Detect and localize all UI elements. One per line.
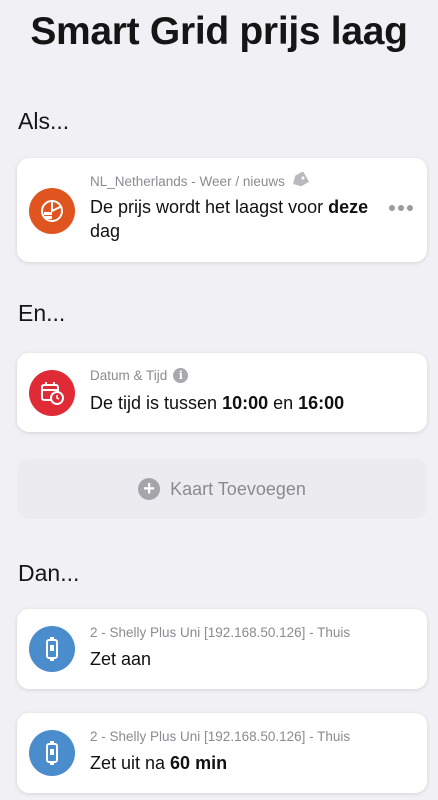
condition-source: Datum & Tijd i: [90, 368, 189, 383]
trigger-card[interactable]: NL_Netherlands - Weer / nieuws De prijs …: [17, 158, 427, 262]
add-card-button[interactable]: + Kaart Toevoegen: [17, 459, 427, 519]
trigger-value-day[interactable]: deze: [328, 197, 368, 217]
condition-end-time[interactable]: 16:00: [298, 393, 344, 413]
condition-start-time[interactable]: 10:00: [222, 393, 268, 413]
trigger-source-label: NL_Netherlands - Weer / nieuws: [90, 174, 285, 189]
trigger-value-unit[interactable]: dag: [90, 221, 120, 241]
action-text: Zet uit na 60 min: [90, 751, 227, 775]
section-then-heading: Dan...: [18, 560, 80, 586]
action-text-pre: Zet uit na: [90, 753, 171, 773]
condition-source-label: Datum & Tijd: [90, 368, 168, 383]
trigger-text-pre: De prijs wordt het laagst voor: [90, 197, 329, 217]
shelly-device-icon: [29, 730, 75, 776]
trigger-source: NL_Netherlands - Weer / nieuws: [90, 171, 309, 191]
condition-card[interactable]: Datum & Tijd i De tijd is tussen 10:00 e…: [17, 353, 427, 432]
shelly-device-icon: [29, 626, 75, 672]
more-options-icon[interactable]: [389, 205, 413, 211]
page-title: Smart Grid prijs laag: [30, 10, 408, 53]
condition-text-pre: De tijd is tussen: [90, 393, 223, 413]
price-chart-icon: [29, 188, 75, 234]
info-icon[interactable]: i: [173, 368, 189, 383]
condition-text: De tijd is tussen 10:00 en 16:00: [90, 391, 344, 415]
section-and-heading: En...: [18, 300, 66, 326]
tag-icon: [291, 171, 309, 191]
action-source: 2 - Shelly Plus Uni [192.168.50.126] - T…: [90, 729, 351, 744]
plus-icon: +: [138, 478, 161, 500]
calendar-clock-icon: [29, 370, 75, 416]
action-source: 2 - Shelly Plus Uni [192.168.50.126] - T…: [90, 625, 351, 640]
action-card[interactable]: 2 - Shelly Plus Uni [192.168.50.126] - T…: [17, 713, 427, 793]
trigger-text: De prijs wordt het laagst voor deze dag: [90, 195, 390, 243]
action-text: Zet aan: [90, 649, 152, 669]
section-if-heading: Als...: [18, 108, 70, 134]
action-duration-value[interactable]: 60 min: [170, 753, 227, 773]
add-card-label: Kaart Toevoegen: [170, 478, 306, 499]
action-card[interactable]: 2 - Shelly Plus Uni [192.168.50.126] - T…: [17, 609, 427, 689]
condition-text-mid: en: [268, 393, 299, 413]
